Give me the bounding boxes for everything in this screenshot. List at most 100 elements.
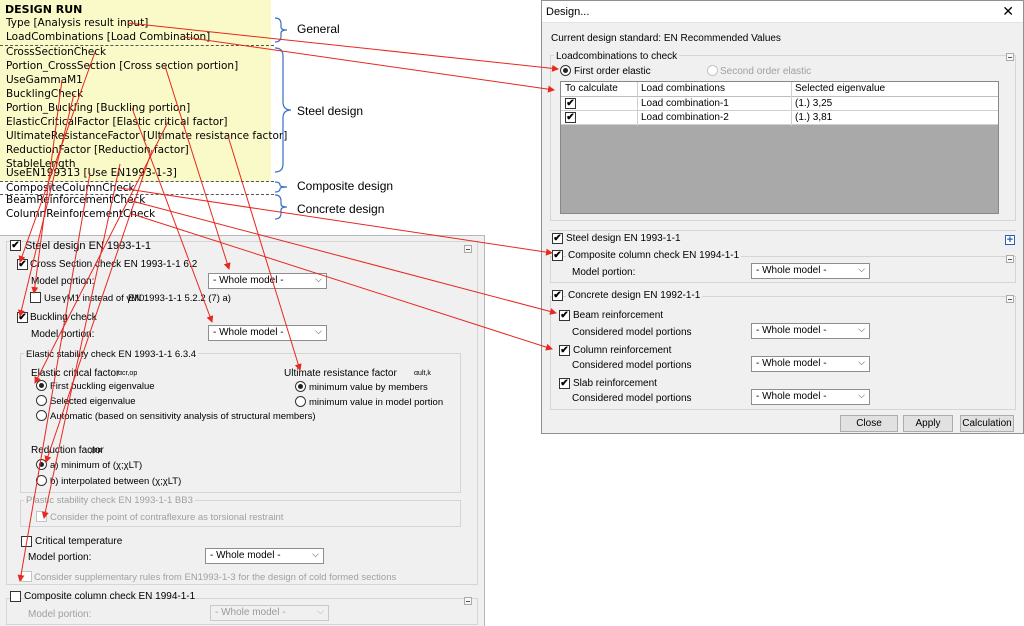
ultimate-resistance-symbol: αult,k [414,370,431,377]
row-calculate-checkbox[interactable]: ✔ [565,112,576,123]
critical-temperature-label: Critical temperature [35,536,123,547]
composite-portion-select[interactable]: - Whole model - ⌵ [751,263,870,279]
model-portion-label: Model portion: [31,276,95,287]
chevron-down-icon: ⌵ [858,324,865,334]
cold-formed-label: Consider supplementary rules from EN1993… [34,572,397,583]
option-a-radio[interactable] [36,459,47,470]
cross-section-check-label: Cross Section check EN 1993-1-1 6.2 [30,259,198,270]
close-icon[interactable]: ✕ [1002,3,1014,20]
second-order-radio[interactable] [707,65,718,76]
category-concrete-design: Concrete design [297,202,385,216]
option-b-radio[interactable] [36,475,47,486]
cold-formed-checkbox[interactable] [21,571,32,582]
selected-eigenvalue-radio[interactable] [36,395,47,406]
column-reinforcement-checkbox[interactable]: ✔ [559,345,570,356]
parameter-list: DESIGN RUN Type [Analysis result input] … [0,0,287,182]
first-buckling-radio[interactable] [36,380,47,391]
use-gamma-label: Use [44,293,61,304]
reduction-factor-symbol: χop [90,447,102,454]
calculation-button[interactable]: Calculation [960,415,1014,432]
dialog-title: Design... [546,6,590,18]
cross-section-portion-select[interactable]: - Whole model - ⌵ [208,273,327,289]
param-columnreinforcementcheck: ColumnReinforcementCheck [6,208,156,220]
chevron-down-icon: ⌵ [858,390,865,400]
chevron-down-icon: ⌵ [858,357,865,367]
collapse-icon[interactable] [464,597,472,605]
param-ultimateresistancefactor: UltimateResistanceFactor [Ultimate resis… [6,130,288,142]
steel-design-label: Steel design EN 1993-1-1 [566,233,681,244]
concrete-design-checkbox[interactable]: ✔ [552,290,563,301]
steel-design-panel: ✔ Steel design EN 1993-1-1 ✔ Cross Secti… [0,235,485,626]
beam-reinforcement-checkbox[interactable]: ✔ [559,310,570,321]
steel-design-label: Steel design EN 1993-1-1 [25,240,151,252]
critical-temperature-portion-select[interactable]: - Whole model - ⌵ [205,548,324,564]
concrete-design-label: Concrete design EN 1992-1-1 [566,290,703,301]
table-row[interactable]: ✔ Load combination-2 (1.) 3,81 [561,111,998,125]
slab-reinforcement-checkbox[interactable]: ✔ [559,378,570,389]
steel-design-checkbox[interactable]: ✔ [10,240,21,251]
cross-section-check-checkbox[interactable]: ✔ [17,259,28,270]
column-divider [791,82,792,126]
buckling-check-checkbox[interactable]: ✔ [17,312,28,323]
first-order-radio[interactable] [560,65,571,76]
design-dialog: Design... ✕ Current design standard: EN … [541,0,1024,434]
buckling-portion-select[interactable]: - Whole model - ⌵ [208,325,327,341]
beam-reinforcement-label: Beam reinforcement [573,310,664,321]
slab-reinforcement-label: Slab reinforcement [573,378,657,389]
loadcomb-table: To calculate Load combinations Selected … [560,81,999,214]
column-portion-select[interactable]: - Whole model - ⌵ [751,356,870,372]
contraflexure-label: Consider the point of contraflexure as t… [50,512,284,523]
considered-portions-label: Considered model portions [572,360,692,371]
brace-general [274,17,288,43]
collapse-icon[interactable] [1006,295,1014,303]
param-elasticcriticalfactor: ElasticCriticalFactor [Elastic critical … [6,116,228,128]
param-loadcombinations: LoadCombinations [Load Combination] [6,31,211,43]
param-portion-buckling: Portion_Buckling [Buckling portion] [6,102,191,114]
beam-portion-select[interactable]: - Whole model - ⌵ [751,323,870,339]
dialog-titlebar: Design... ✕ [542,1,1023,23]
considered-portions-label: Considered model portions [572,393,692,404]
brace-steel [274,47,292,173]
option-a-label: a) minimum of (χ;χLT) [50,460,143,471]
model-portion-label: Model portion: [28,609,92,620]
automatic-radio[interactable] [36,410,47,421]
chevron-down-icon: ⌵ [317,606,324,616]
row-load-combination: Load combination-1 [641,98,729,109]
apply-button[interactable]: Apply [903,415,953,432]
automatic-label: Automatic (based on sensitivity analysis… [50,411,316,422]
collapse-icon[interactable] [1006,255,1014,263]
use-gamma-m1-checkbox[interactable] [30,292,41,303]
contraflexure-checkbox[interactable] [36,511,47,522]
param-compositecolumncheck: CompositeColumnCheck [6,182,135,194]
collapse-icon[interactable] [1006,53,1014,61]
collapse-icon[interactable] [464,245,472,253]
design-standard: Current design standard: EN Recommended … [551,33,781,44]
row-eigenvalue: (1.) 3,81 [795,112,833,123]
chevron-down-icon: ⌵ [315,274,322,284]
param-bucklingcheck: BucklingCheck [6,88,84,100]
row-load-combination: Load combination-2 [641,112,729,123]
param-beamreinforcementcheck: BeamReinforcementCheck [6,194,146,206]
composite-portion-select[interactable]: - Whole model - ⌵ [210,605,329,621]
table-row[interactable]: ✔ Load combination-1 (1.) 3,25 [561,97,998,111]
chevron-down-icon: ⌵ [315,326,322,336]
buckling-check-label: Buckling check [30,312,97,323]
composite-column-label: Composite column check EN 1994-1-1 [566,250,742,261]
row-calculate-checkbox[interactable]: ✔ [565,98,576,109]
composite-column-checkbox[interactable]: ✔ [552,250,563,261]
slab-portion-select[interactable]: - Whole model - ⌵ [751,389,870,405]
elastic-stability-label: Elastic stability check EN 1993-1-1 6.3.… [24,349,199,360]
critical-temperature-checkbox[interactable] [21,536,32,547]
close-button[interactable]: Close [840,415,898,432]
min-by-members-radio[interactable] [295,381,306,392]
model-portion-label: Model portion: [28,552,92,563]
steel-design-checkbox[interactable]: ✔ [552,233,563,244]
composite-column-checkbox[interactable] [10,591,21,602]
param-type: Type [Analysis result input] [6,17,149,29]
min-in-portion-radio[interactable] [295,396,306,407]
category-steel-design: Steel design [297,104,364,118]
expand-icon[interactable]: + [1005,235,1015,246]
loadcomb-group-label: Loadcombinations to check [554,51,680,62]
column-header-load-combinations: Load combinations [641,83,725,94]
chevron-down-icon: ⌵ [312,549,319,559]
